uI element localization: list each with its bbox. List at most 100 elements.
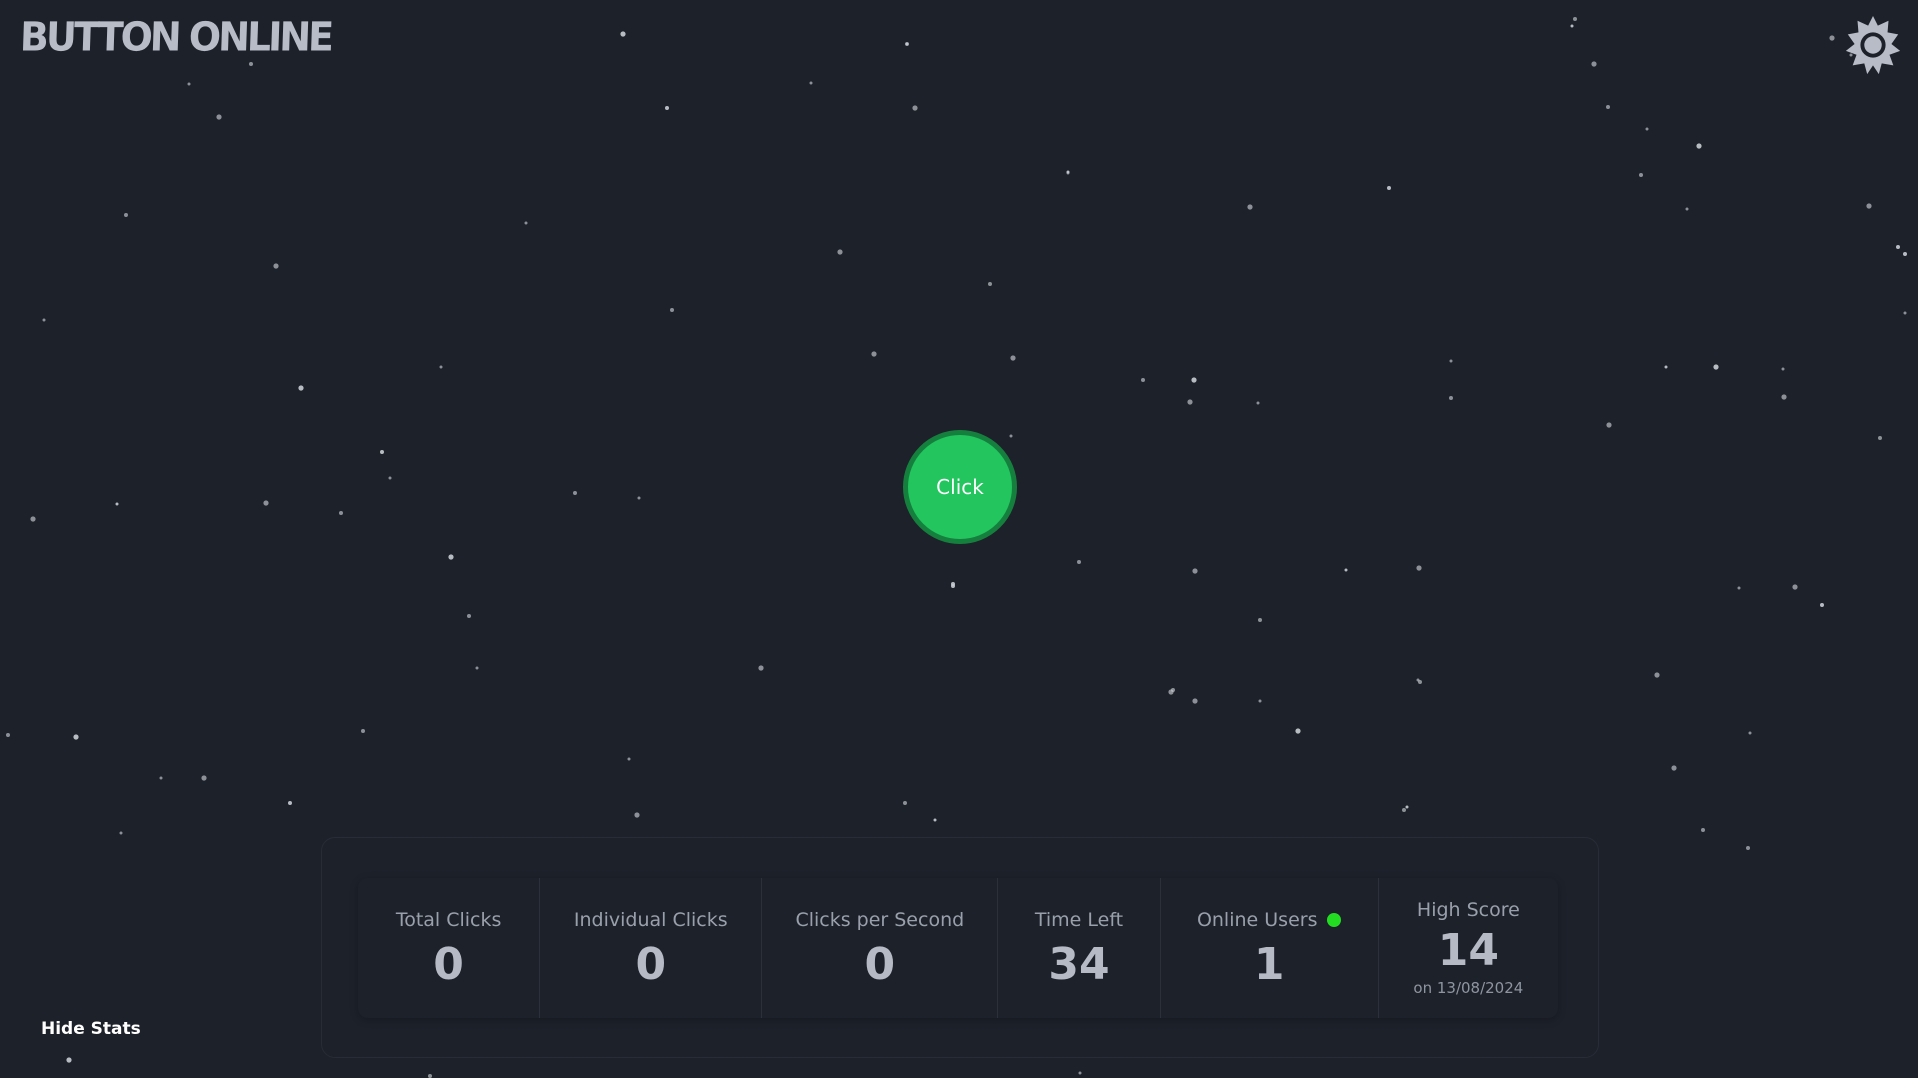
star (66, 1057, 72, 1063)
star (298, 385, 304, 391)
star (903, 801, 907, 805)
stat-clicks-per-second: Clicks per Second 0 (762, 878, 999, 1018)
star (1449, 396, 1453, 400)
star (1171, 688, 1175, 692)
star (1606, 422, 1612, 428)
high-score-label: High Score (1416, 899, 1520, 921)
individual-clicks-value: 0 (635, 939, 667, 990)
star (1903, 252, 1907, 256)
star (1903, 311, 1907, 315)
star (905, 42, 909, 46)
star (1746, 846, 1750, 850)
star (1737, 586, 1741, 590)
stat-time-left: Time Left 34 (998, 878, 1161, 1018)
star (439, 365, 443, 369)
star (1606, 105, 1610, 109)
star (1192, 568, 1198, 574)
star (380, 450, 384, 454)
star (1416, 565, 1422, 571)
star (634, 812, 640, 818)
star (1820, 603, 1824, 607)
total-clicks-value: 0 (433, 939, 464, 990)
star (1402, 808, 1406, 812)
star (159, 776, 163, 780)
star (428, 1074, 432, 1078)
star (758, 665, 764, 671)
star (1878, 436, 1882, 440)
star (573, 491, 577, 495)
app-logo: BUTTON ONLINE (19, 13, 332, 61)
star (201, 775, 207, 781)
star (1685, 207, 1689, 211)
star (249, 62, 253, 66)
star (809, 81, 813, 85)
click-button[interactable]: Click (903, 430, 1017, 544)
star (1896, 245, 1900, 249)
star (1141, 378, 1145, 382)
star (1191, 377, 1197, 383)
star (1664, 365, 1668, 369)
star (1258, 699, 1262, 703)
star (1344, 568, 1348, 572)
star (6, 733, 10, 737)
online-users-label: Online Users (1196, 909, 1318, 931)
star (1387, 186, 1391, 190)
online-users-label-row: Online Users (1197, 909, 1342, 931)
star (1645, 127, 1649, 131)
star (30, 516, 36, 522)
star (1066, 171, 1070, 175)
star (1416, 678, 1420, 682)
star (988, 282, 992, 286)
star (273, 263, 279, 269)
star (1295, 728, 1301, 734)
individual-clicks-label: Individual Clicks (573, 909, 728, 931)
online-users-value: 1 (1253, 939, 1285, 990)
star (339, 511, 343, 515)
stat-high-score: High Score 14 on 13/08/2024 (1379, 878, 1558, 1018)
star (933, 818, 937, 822)
star (1066, 170, 1070, 174)
star (263, 500, 269, 506)
star (1829, 35, 1835, 41)
star (627, 757, 631, 761)
star (1187, 399, 1193, 405)
settings-button[interactable] (1842, 14, 1904, 76)
star (187, 82, 191, 86)
star (1696, 143, 1702, 149)
star (1591, 61, 1597, 67)
stat-individual-clicks: Individual Clicks 0 (540, 878, 763, 1018)
star (912, 105, 918, 111)
star (1010, 355, 1016, 361)
hide-stats-button[interactable]: Hide Stats (41, 1019, 141, 1039)
star (1405, 805, 1409, 809)
star (951, 582, 955, 586)
star (1671, 765, 1677, 771)
star (1192, 698, 1198, 704)
star (1258, 618, 1262, 622)
star (1570, 24, 1574, 28)
star (115, 502, 119, 506)
star (448, 554, 454, 560)
star (871, 351, 877, 357)
star (119, 831, 123, 835)
star (620, 31, 626, 37)
star (1449, 359, 1453, 363)
star (1781, 367, 1785, 371)
star (467, 614, 471, 618)
stats-panel: Total Clicks 0 Individual Clicks 0 Click… (321, 837, 1599, 1058)
star (1078, 1071, 1082, 1075)
online-status-indicator (1327, 913, 1342, 927)
total-clicks-label: Total Clicks (395, 909, 502, 931)
star (1168, 689, 1174, 695)
star (73, 734, 79, 740)
clicks-per-second-label: Clicks per Second (795, 909, 965, 931)
star (361, 729, 365, 733)
star (1418, 680, 1422, 684)
star (288, 801, 292, 805)
star (951, 584, 955, 588)
star (475, 666, 479, 670)
star (216, 114, 222, 120)
star (1256, 401, 1260, 405)
star (1713, 364, 1719, 370)
star (670, 308, 674, 312)
